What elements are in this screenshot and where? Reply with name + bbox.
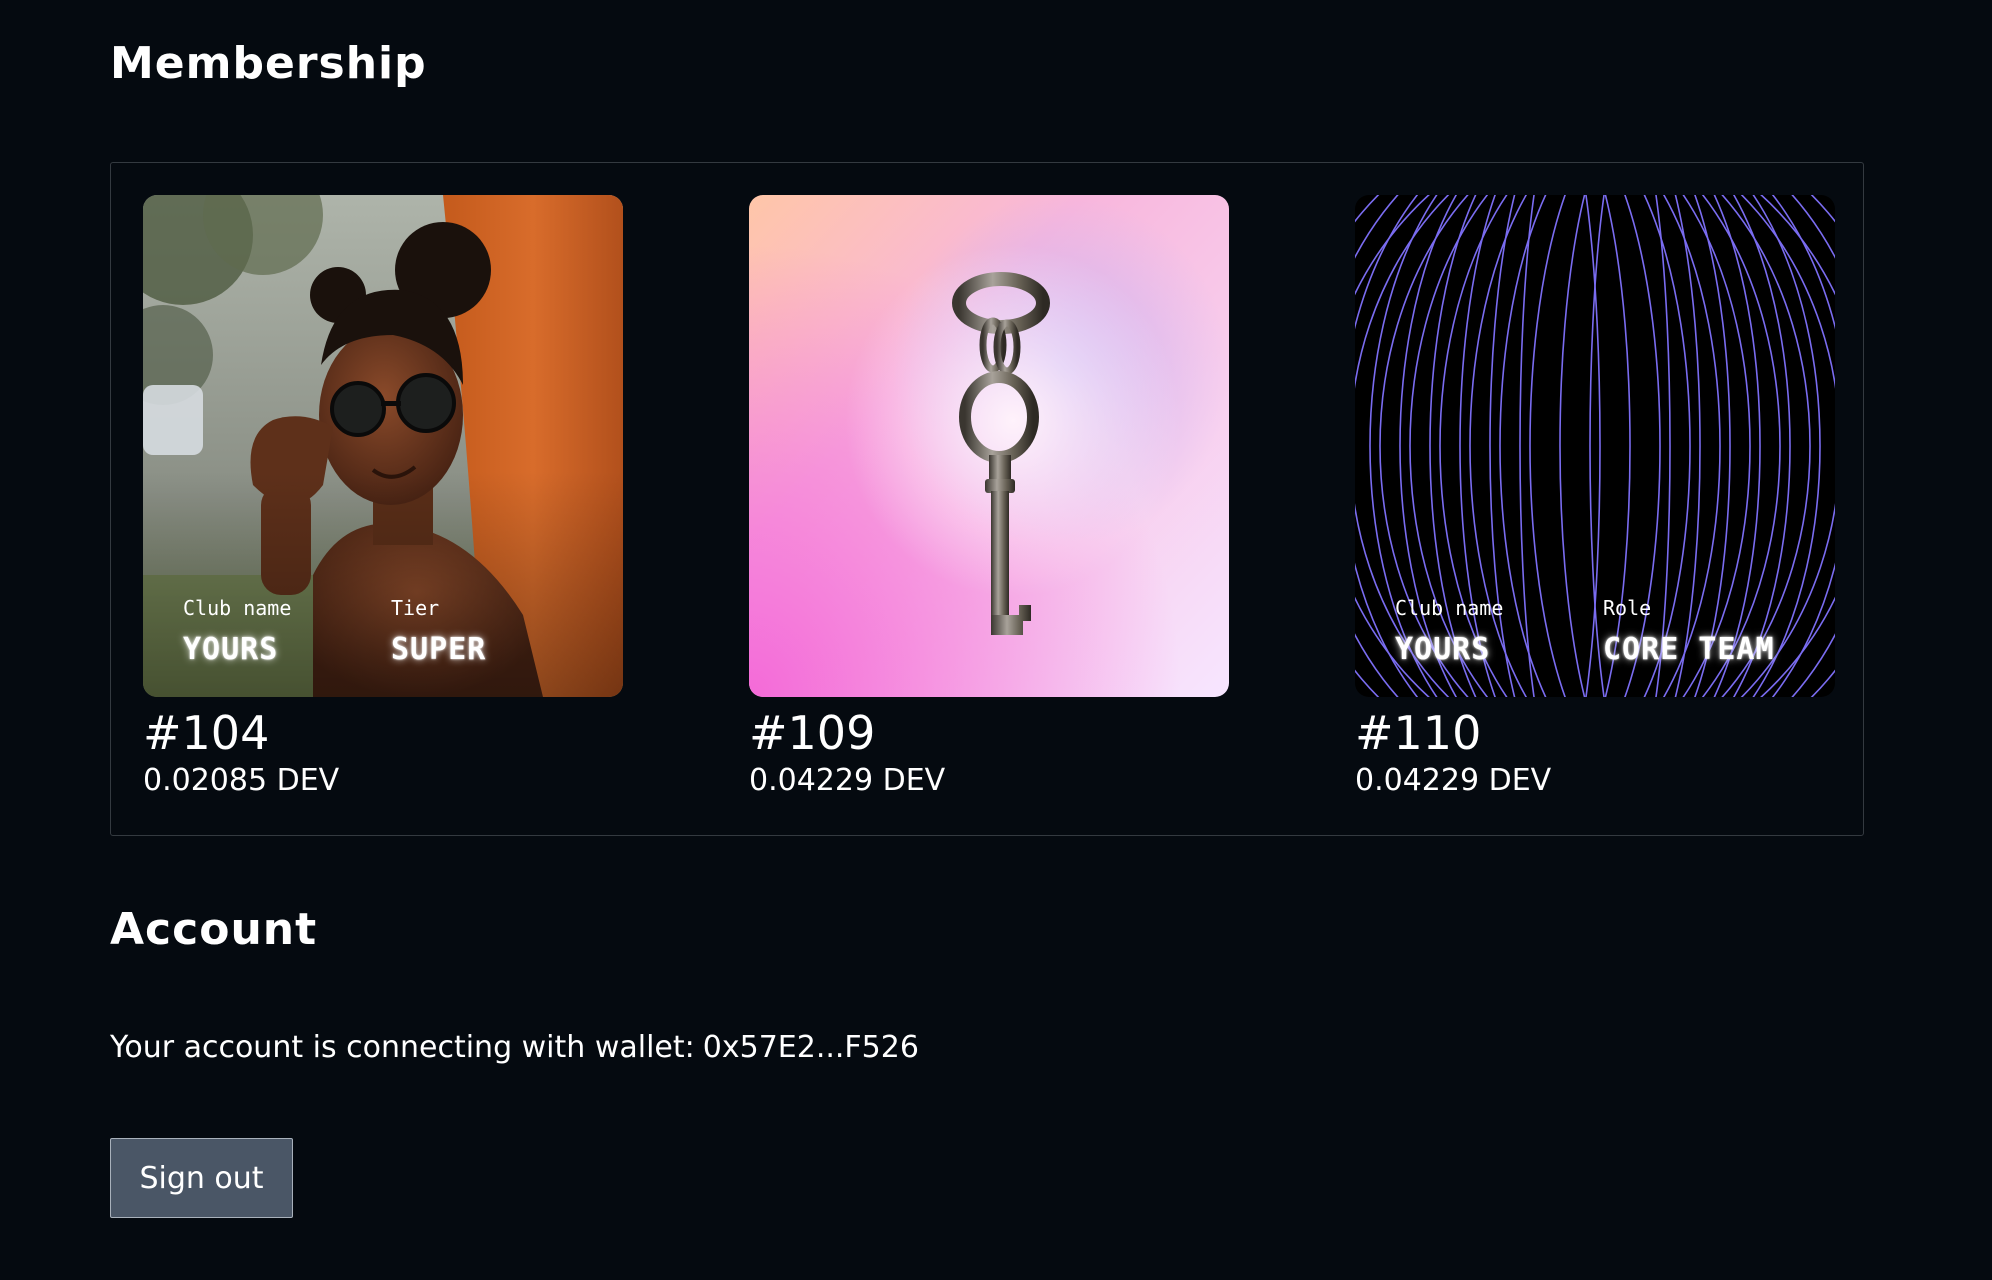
wallet-address: 0x57E2...F526 [702,1030,919,1065]
membership-panel: Club name YOURS Tier SUPER #104 0.02085 … [110,162,1864,836]
card-overlay: Club name YOURS Tier SUPER [183,596,599,667]
field-label: Tier [391,596,440,620]
card-field: Club name YOURS [183,596,391,667]
sign-out-button[interactable]: Sign out [110,1138,293,1218]
card-overlay: Club name YOURS Role CORE TEAM [1395,596,1811,667]
field-value: YOURS [1395,632,1491,667]
card-image-arcs[interactable]: Club name YOURS Role CORE TEAM [1355,195,1835,697]
field-label: Club name [1395,596,1504,620]
card-id: #110 [1355,706,1482,760]
membership-card[interactable]: Club name YOURS Tier SUPER #104 0.02085 … [143,195,623,798]
field-value: YOURS [183,632,279,667]
card-id: #104 [143,706,270,760]
card-price: 0.02085 DEV [143,763,340,798]
card-price: 0.04229 DEV [749,763,946,798]
account-title: Account [110,904,318,955]
field-value: CORE TEAM [1603,632,1775,667]
card-image-photo[interactable]: Club name YOURS Tier SUPER [143,195,623,697]
field-label: Club name [183,596,292,620]
wallet-status-text: Your account is connecting with wallet: [110,1030,695,1065]
card-price: 0.04229 DEV [1355,763,1552,798]
card-field: Club name YOURS [1395,596,1603,667]
field-value: SUPER [391,632,487,667]
membership-card[interactable]: #109 0.04229 DEV [749,195,1229,798]
card-field: Role CORE TEAM [1603,596,1811,667]
card-field: Tier SUPER [391,596,599,667]
card-image-key[interactable] [749,195,1229,697]
wallet-status: Your account is connecting with wallet: 0… [110,1030,919,1065]
key-icon [749,195,1229,697]
membership-title: Membership [110,38,427,89]
field-label: Role [1603,596,1652,620]
card-id: #109 [749,706,876,760]
page: Membership Club name YOURS Tier SUPER #1… [0,0,1992,1280]
membership-card[interactable]: Club name YOURS Role CORE TEAM #110 0.04… [1355,195,1835,798]
